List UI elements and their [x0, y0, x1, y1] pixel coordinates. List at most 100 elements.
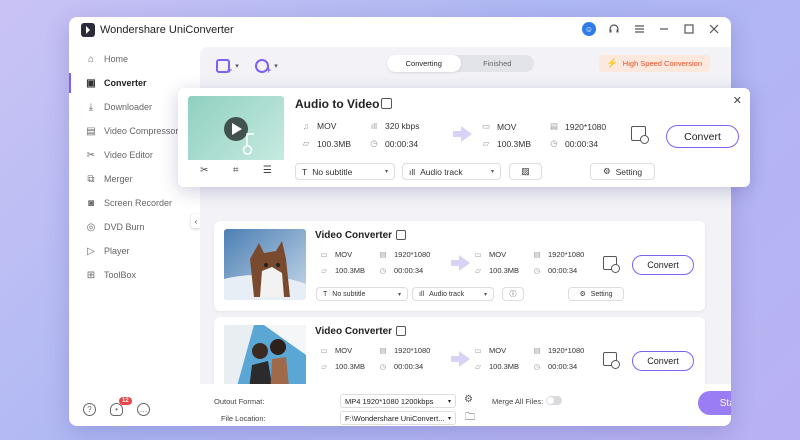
clock-icon: ◷ — [379, 266, 387, 275]
start-all-button[interactable]: Start All — [698, 391, 731, 415]
help-icon[interactable]: ? — [83, 403, 96, 416]
high-speed-conversion-toggle[interactable]: ⚡ High Speed Conversion — [598, 55, 710, 72]
convert-button[interactable]: Convert — [632, 255, 694, 275]
user-avatar-icon[interactable]: ☺ — [582, 22, 596, 36]
target-format: ▭ MOV — [474, 346, 507, 355]
subtitle-select[interactable]: T No subtitle ▾ — [295, 163, 395, 180]
sidebar-item-converter[interactable]: ▣ Converter — [69, 71, 195, 95]
sidebar-item-toolbox[interactable]: ⊞ ToolBox — [69, 263, 195, 287]
output-settings-icon[interactable] — [603, 256, 620, 273]
video-thumbnail[interactable] — [224, 229, 306, 300]
folder-icon: ▱ — [482, 138, 490, 148]
audio-thumbnail[interactable] — [188, 96, 284, 166]
edit-title-icon[interactable] — [381, 98, 392, 109]
feedback-icon[interactable]: … — [137, 403, 150, 416]
target-resolution: ▤ 1920*1080 — [533, 346, 585, 355]
source-resolution: ▤ 1920*1080 — [379, 346, 431, 355]
source-duration: ◷ 00:00:34 — [370, 138, 419, 149]
info-button[interactable]: ⓘ — [502, 287, 524, 301]
output-settings-icon[interactable] — [631, 126, 649, 144]
source-duration: ◷ 00:00:34 — [379, 266, 424, 275]
menu-icon[interactable] — [632, 22, 646, 36]
folder-open-icon[interactable]: 🗀 — [465, 410, 475, 426]
setting-button[interactable]: ⚙ Setting — [590, 163, 655, 180]
watermark-button[interactable]: ▨ — [509, 163, 542, 180]
notification-badge: 12 — [119, 397, 132, 405]
sidebar-item-home[interactable]: ⌂ Home — [69, 47, 195, 71]
gear-icon: ⚙ — [602, 166, 611, 176]
sidebar-item-video-compressor[interactable]: ▤ Video Compressor — [69, 119, 195, 143]
file-title: Video Converter — [315, 326, 393, 337]
downloader-icon: ⤓ — [88, 101, 94, 113]
edit-title-icon[interactable] — [396, 326, 406, 336]
sidebar-item-merger[interactable]: ⧉ Merger — [69, 167, 195, 191]
add-files-button[interactable]: + ▾ — [216, 57, 239, 75]
close-icon[interactable]: ✕ — [733, 94, 742, 107]
audio-track-select[interactable]: ıll Audio track ▾ — [402, 163, 501, 180]
target-resolution: ▤ 1920*1080 — [549, 121, 607, 132]
trim-icon[interactable]: ✂ — [200, 165, 208, 176]
minimize-icon[interactable] — [657, 22, 671, 36]
tab-converting[interactable]: Converting — [387, 55, 461, 72]
clock-icon: ◷ — [533, 266, 541, 275]
maximize-icon[interactable] — [682, 22, 696, 36]
merge-icon: ⧉ — [87, 173, 95, 185]
app-title: Wondershare UniConverter — [100, 24, 234, 36]
video-icon: ▭ — [320, 346, 328, 355]
scissors-icon: ✂ — [86, 149, 96, 161]
output-settings-icon[interactable] — [603, 352, 620, 369]
file-location-label: File Location: — [221, 414, 266, 423]
bell-icon[interactable]: • 12 — [110, 397, 132, 416]
output-format-label: Outout Format: — [214, 397, 265, 406]
add-file-icon — [216, 59, 230, 73]
chevron-down-icon: ▾ — [397, 291, 401, 298]
sidebar-item-label: DVD Burn — [104, 222, 145, 232]
tab-finished[interactable]: Finished — [461, 55, 535, 72]
sidebar-item-video-editor[interactable]: ✂ Video Editor — [69, 143, 195, 167]
sidebar-item-label: Merger — [104, 174, 133, 184]
sidebar-item-label: Video Compressor — [104, 126, 179, 136]
folder-icon: ▱ — [321, 266, 327, 275]
output-format-select[interactable]: MP4 1920*1080 1200kbps ▾ — [340, 394, 456, 408]
compress-icon: ▤ — [86, 125, 96, 137]
convert-button[interactable]: Convert — [632, 351, 694, 371]
crop-icon[interactable]: ⌗ — [233, 165, 239, 176]
chevron-down-icon: ▾ — [274, 63, 278, 70]
effects-icon[interactable]: ☰ — [263, 165, 272, 176]
headset-support-icon[interactable] — [607, 22, 621, 36]
subtitle-select[interactable]: T No subtitle ▾ — [316, 287, 408, 301]
file-location-select[interactable]: F:\Wondershare UniConvert... ▾ — [340, 411, 456, 425]
app-logo-icon — [81, 23, 95, 37]
video-icon: ▭ — [481, 121, 491, 131]
add-disc-button[interactable]: + ▾ — [255, 57, 278, 75]
close-icon[interactable] — [707, 22, 721, 36]
status-tabs: Converting Finished — [387, 55, 534, 72]
resolution-icon: ▤ — [533, 346, 541, 355]
source-size: ▱ 100.3MB — [319, 362, 365, 371]
sidebar-item-label: ToolBox — [104, 270, 137, 280]
file-title: Video Converter — [315, 230, 393, 241]
source-duration: ◷ 00:00:34 — [379, 362, 424, 371]
convert-button[interactable]: Convert — [666, 125, 739, 148]
merge-toggle[interactable] — [546, 396, 562, 405]
text-icon: T — [302, 166, 308, 177]
record-icon: ◙ — [87, 197, 95, 209]
sidebar-item-screen-recorder[interactable]: ◙ Screen Recorder — [69, 191, 195, 215]
audio-wave-icon: ıll — [409, 166, 416, 177]
clock-icon: ◷ — [550, 138, 558, 148]
info-icon: ⓘ — [509, 291, 517, 298]
setting-button[interactable]: ⚙ Setting — [568, 287, 624, 301]
merge-label: Merge All Files: — [492, 397, 544, 406]
audio-track-select[interactable]: ıll Audio track ▾ — [412, 287, 494, 301]
edit-title-icon[interactable] — [396, 230, 406, 240]
home-icon: ⌂ — [87, 53, 95, 65]
resolution-icon: ▤ — [533, 250, 541, 259]
sidebar-item-downloader[interactable]: ⤓ Downloader — [69, 95, 195, 119]
lightning-icon: ⚡ — [606, 58, 618, 68]
sidebar-item-dvd-burn[interactable]: ◎ DVD Burn — [69, 215, 195, 239]
format-settings-icon[interactable]: ⚙ — [464, 394, 473, 405]
convert-arrow-icon — [451, 351, 470, 367]
sidebar-item-label: Converter — [104, 78, 147, 88]
sidebar-item-player[interactable]: ▷ Player — [69, 239, 195, 263]
source-resolution: ▤ 1920*1080 — [379, 250, 431, 259]
